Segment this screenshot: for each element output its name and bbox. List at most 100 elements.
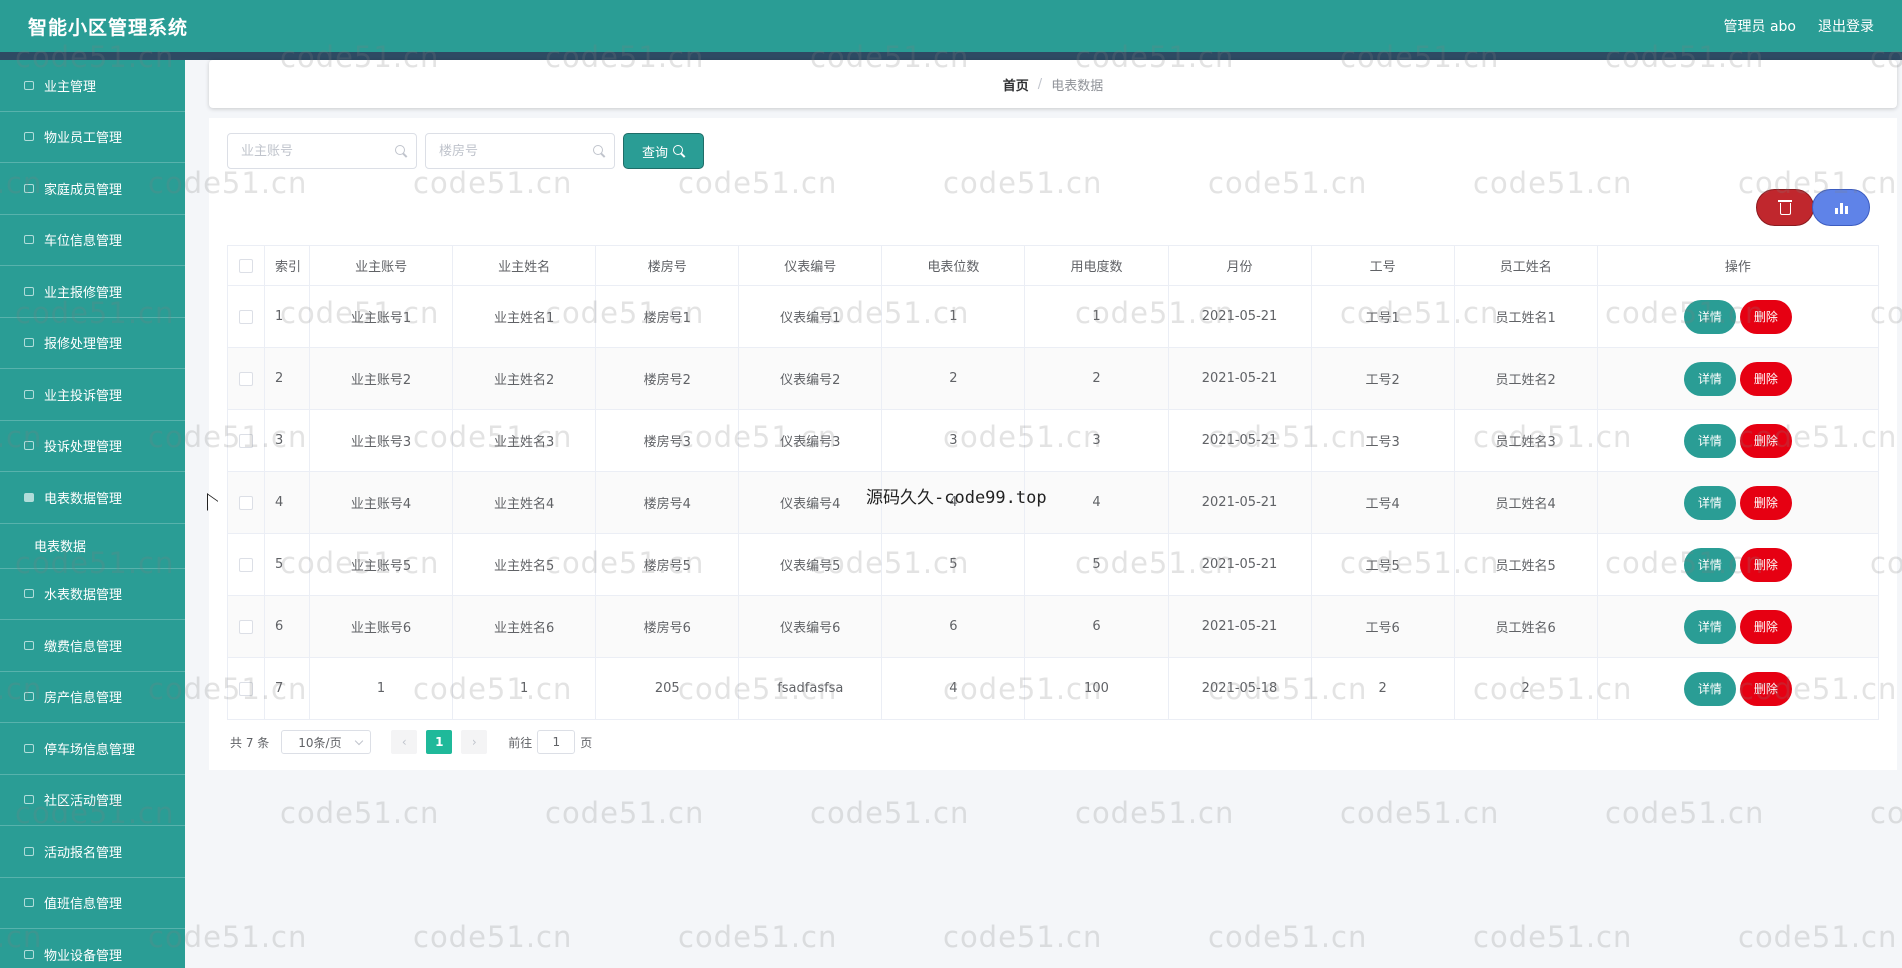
delete-button[interactable]: 删除 <box>1739 609 1792 644</box>
select-all-checkbox[interactable] <box>239 258 253 273</box>
delete-button[interactable]: 删除 <box>1739 361 1792 396</box>
delete-button[interactable]: 删除 <box>1739 423 1792 458</box>
row-actions: 详情 删除 <box>1597 285 1880 348</box>
row-checkbox[interactable] <box>239 681 253 696</box>
sidebar-item-electric-meter[interactable]: 电表数据管理 <box>0 472 185 524</box>
watermark-text: code51.cn <box>1208 920 1368 954</box>
delete-button[interactable]: 删除 <box>1739 485 1792 520</box>
table-header-row: 索引 业主账号 业主姓名 楼房号 仪表编号 电表位数 用电度数 月份 工号 员工… <box>226 245 1880 286</box>
list-icon <box>22 131 36 143</box>
table-cell: 4 <box>264 471 311 534</box>
table-cell: 楼房号1 <box>595 285 740 348</box>
table-cell: 仪表编号1 <box>738 285 883 348</box>
column-header: 员工姓名 <box>1454 245 1598 286</box>
sidebar-item-complaint[interactable]: 业主投诉管理 <box>0 369 185 421</box>
message-icon <box>22 794 36 806</box>
table-cell: 业主姓名4 <box>452 471 597 534</box>
row-checkbox[interactable] <box>239 619 253 634</box>
table-cell: 2021-05-18 <box>1168 657 1312 720</box>
data-table: 索引 业主账号 业主姓名 楼房号 仪表编号 电表位数 用电度数 月份 工号 员工… <box>226 245 1880 720</box>
sidebar-item-community-activity[interactable]: 社区活动管理 <box>0 775 185 826</box>
row-checkbox[interactable] <box>239 433 253 448</box>
page-size-select[interactable]: 10条/页 <box>281 730 372 754</box>
detail-button[interactable]: 详情 <box>1683 299 1736 334</box>
search-icon <box>593 145 605 157</box>
sidebar-item-parking-space[interactable]: 车位信息管理 <box>0 215 185 266</box>
goto-prefix: 前往 <box>508 735 533 750</box>
delete-button[interactable]: 删除 <box>1739 299 1792 334</box>
table-cell: 4 <box>881 657 1026 720</box>
sidebar-item-repair-request[interactable]: 业主报修管理 <box>0 266 185 318</box>
table-cell: 楼房号6 <box>595 595 740 658</box>
watermark-text: code51.cn <box>1075 796 1235 830</box>
sidebar-item-property[interactable]: 房产信息管理 <box>0 672 185 723</box>
delete-button[interactable]: 删除 <box>1739 671 1792 706</box>
column-header: 业主姓名 <box>452 245 597 286</box>
owner-account-input[interactable] <box>228 134 416 168</box>
row-select-cell <box>226 409 266 472</box>
detail-button[interactable]: 详情 <box>1683 671 1736 706</box>
query-button[interactable]: 查询 <box>623 133 705 169</box>
detail-button[interactable]: 详情 <box>1683 609 1736 644</box>
circle-icon <box>22 845 36 857</box>
sidebar-item-owner[interactable]: 业主管理 <box>0 60 185 112</box>
sidebar-item-water-meter[interactable]: 水表数据管理 <box>0 569 185 620</box>
user-icon <box>22 337 36 349</box>
row-actions: 详情 删除 <box>1597 533 1880 596</box>
sidebar-item-activity-signup[interactable]: 活动报名管理 <box>0 826 185 878</box>
detail-button[interactable]: 详情 <box>1683 485 1736 520</box>
goto-page-input[interactable] <box>537 730 576 754</box>
sidebar-item-parking-lot[interactable]: 停车场信息管理 <box>0 723 185 775</box>
sidebar-item-staff[interactable]: 物业员工管理 <box>0 112 185 163</box>
sidebar-item-complaint-handling[interactable]: 投诉处理管理 <box>0 421 185 472</box>
prev-page-button[interactable]: ‹ <box>391 730 418 754</box>
camera-icon <box>22 948 36 960</box>
detail-button[interactable]: 详情 <box>1683 423 1736 458</box>
toolbar-actions <box>1756 189 1870 226</box>
row-actions: 详情 删除 <box>1597 471 1880 534</box>
table-row: 2 业主账号2 业主姓名2 楼房号2 仪表编号2 2 2 2021-05-21 工号2 员工姓名2… <box>226 347 1880 410</box>
compass-icon <box>22 588 36 600</box>
table-row: 4 业主账号4 业主姓名4 楼房号4 仪表编号4 4 4 2021-05-21 工号4 员工姓名4… <box>226 471 1880 534</box>
delete-button[interactable]: 删除 <box>1739 547 1792 582</box>
detail-button[interactable]: 详情 <box>1683 547 1736 582</box>
table-cell: 3 <box>1024 409 1169 472</box>
top-bar: 智能小区管理系统 管理员 abo 退出登录 <box>0 0 1902 52</box>
table-cell: 楼房号2 <box>595 347 740 410</box>
sidebar-subitem-electric-data[interactable]: 电表数据 <box>0 523 185 569</box>
statistics-button[interactable] <box>1812 189 1870 226</box>
center-watermark: 源码久久-code99.top <box>866 488 1047 508</box>
building-input[interactable] <box>426 134 614 168</box>
app-title: 智能小区管理系统 <box>28 16 189 39</box>
chevron-down-icon <box>355 736 364 745</box>
row-checkbox[interactable] <box>239 495 253 510</box>
sidebar-item-payment[interactable]: 缴费信息管理 <box>0 620 185 672</box>
table-cell: 100 <box>1024 657 1169 720</box>
table-cell: 3 <box>881 409 1026 472</box>
table-cell: 员工姓名5 <box>1454 533 1598 596</box>
watermark-text: code51.cn <box>1870 796 1902 830</box>
row-select-cell <box>226 285 266 348</box>
row-checkbox[interactable] <box>239 557 253 572</box>
menu-icon <box>22 182 36 194</box>
next-page-button[interactable]: › <box>461 730 488 754</box>
column-header: 工号 <box>1311 245 1455 286</box>
table-cell: 工号5 <box>1311 533 1455 596</box>
table-cell: 工号3 <box>1311 409 1455 472</box>
batch-delete-button[interactable] <box>1756 189 1814 226</box>
row-select-cell <box>226 657 266 720</box>
detail-button[interactable]: 详情 <box>1683 361 1736 396</box>
bar-chart-icon <box>1834 202 1848 214</box>
logout-link[interactable]: 退出登录 <box>1818 16 1874 36</box>
sidebar-item-duty[interactable]: 值班信息管理 <box>0 878 185 929</box>
row-checkbox[interactable] <box>239 309 253 324</box>
sidebar-item-repair-handling[interactable]: 报修处理管理 <box>0 318 185 369</box>
table-cell: 6 <box>264 595 311 658</box>
sidebar-item-family[interactable]: 家庭成员管理 <box>0 163 185 215</box>
table-cell: 5 <box>1024 533 1169 596</box>
page-number-button[interactable]: 1 <box>426 730 453 754</box>
breadcrumb-home[interactable]: 首页 <box>1003 75 1029 94</box>
row-checkbox[interactable] <box>239 371 253 386</box>
table-cell: 2 <box>1024 347 1169 410</box>
sidebar-item-equipment[interactable]: 物业设备管理 <box>0 929 185 968</box>
